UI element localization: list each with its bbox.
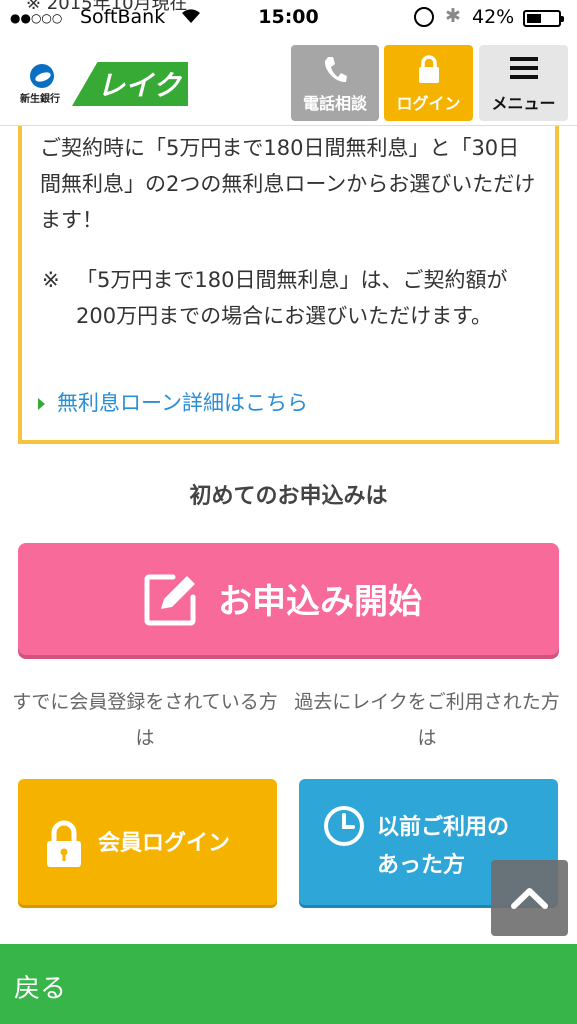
phone-consult-button[interactable]: 電話相談 xyxy=(291,45,379,121)
first-apply-heading: 初めてのお申込みは xyxy=(189,484,388,509)
interest-free-detail-label: 無利息ローン詳細はこちら xyxy=(57,391,308,415)
scroll-to-top-button[interactable] xyxy=(491,860,568,936)
battery-icon xyxy=(523,10,564,27)
note-mark: ※ xyxy=(42,268,60,292)
interest-free-detail-link[interactable]: 無利息ローン詳細はこちら xyxy=(38,388,308,418)
back-label: 戻る xyxy=(14,974,67,1004)
member-login-button[interactable]: 会員ログイン xyxy=(18,779,277,905)
lock-icon xyxy=(418,55,439,83)
shinsei-bank-mark-icon xyxy=(30,64,54,88)
apply-start-label: お申込み開始 xyxy=(218,582,422,622)
edit-icon xyxy=(144,574,196,626)
login-button[interactable]: ログイン xyxy=(384,45,473,121)
member-login-label: 会員ログイン xyxy=(98,831,231,856)
interest-free-notice: ご契約時に「5万円まで180日間無利息」と「30日間無利息」の2つの無利息ローン… xyxy=(18,126,559,444)
menu-label: メニュー xyxy=(491,94,556,113)
member-caption: すでに会員登録をされている方は xyxy=(12,691,278,749)
link-arrow-icon xyxy=(38,398,45,410)
menu-button[interactable]: メニュー xyxy=(479,45,568,121)
notice-paragraph-2: 「5万円まで180日間無利息」は、ご契約額が200万円までの場合にお選びいただけ… xyxy=(76,268,508,328)
bluetooth-icon: ✱ xyxy=(445,5,461,27)
back-bar[interactable]: 戻る xyxy=(0,944,577,1024)
status-bar: ※ 2015年10月現在 ●●○○○ SoftBank 15:00 ✱ 42% xyxy=(0,0,577,36)
lake-logo[interactable]: 新生銀行 レイク xyxy=(18,62,188,106)
chevron-up-icon xyxy=(511,888,548,909)
logo-brand: レイク xyxy=(72,62,188,106)
hamburger-icon xyxy=(509,57,538,79)
previous-user-label-line-2: あった方 xyxy=(377,853,466,878)
apply-start-button[interactable]: お申込み開始 xyxy=(18,543,559,655)
phone-consult-label: 電話相談 xyxy=(302,94,367,113)
lock-icon xyxy=(47,820,81,867)
previous-user-label-line-1: 以前ご利用の xyxy=(377,815,510,840)
rotation-lock-icon xyxy=(414,7,434,27)
login-label: ログイン xyxy=(396,94,461,113)
battery-percent: 42% xyxy=(472,6,515,28)
logo-bank-name: 新生銀行 xyxy=(20,94,60,105)
clock-icon xyxy=(324,806,364,846)
previous-user-label: 以前ご利用の あった方 xyxy=(377,809,509,885)
site-header: 新生銀行 レイク 電話相談 ログイン メニュー xyxy=(0,36,577,126)
phone-icon xyxy=(324,57,347,83)
previous-user-caption: 過去にレイクをご利用された方は xyxy=(294,691,560,749)
notice-paragraph-1: ご契約時に「5万円まで180日間無利息」と「30日間無利息」の2つの無利息ローン… xyxy=(40,136,536,232)
